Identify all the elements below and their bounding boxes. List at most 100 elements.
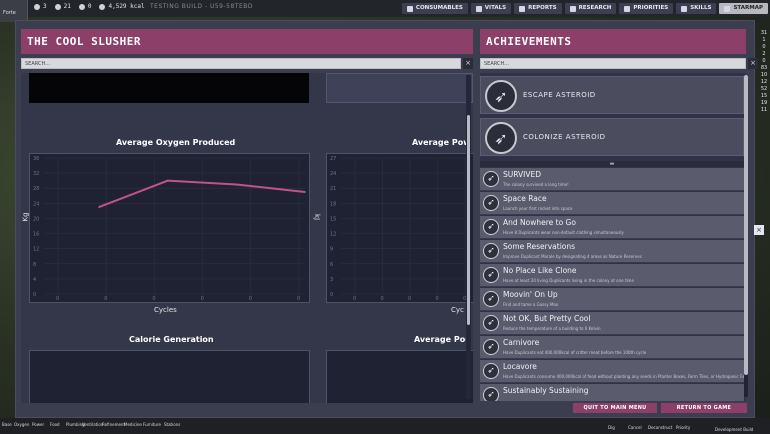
- achievement-item[interactable]: ➶ Carnivore Have Duplicants eat 400,000kca…: [480, 336, 744, 359]
- achievement-item[interactable]: ➶ SURVIVED The colony survived a long time…: [480, 168, 744, 191]
- x-tick-label: 0: [353, 296, 356, 302]
- management-buttons: CONSUMABLES VITALS REPORTS RESEARCH PRIO…: [401, 3, 768, 14]
- calorie-chart-title: Calorie Generation: [129, 335, 214, 344]
- colony-summary-overlay: THE COOL SLUSHER ACHIEVEMENTS SEARCH... …: [15, 20, 758, 418]
- power-chart-svg: 27242118151296300 0 0 0 0: [330, 156, 471, 302]
- achievement-item[interactable]: ➶ Locavore Have Duplicants consume 400,000…: [480, 360, 746, 383]
- previous-chart-bottom: [29, 73, 309, 103]
- resource-value: 19: [760, 100, 768, 106]
- rocket-icon: ➶: [483, 387, 499, 401]
- x-tick-label: 0: [297, 296, 300, 302]
- achievement-item[interactable]: ➶ Sustainably Sustaining: [480, 384, 744, 401]
- achievement-description: The colony survived a long time!: [503, 182, 569, 187]
- rocket-icon: ➶: [483, 219, 499, 235]
- achievement-divider: ▬: [480, 161, 744, 167]
- rocket-icon: ➶: [483, 243, 499, 259]
- reports-label: REPORTS: [528, 5, 557, 11]
- toolbar-tool[interactable]: Dig: [608, 425, 615, 430]
- y-tick-label: 18: [330, 201, 336, 207]
- achievement-title: Sustainably Sustaining: [503, 386, 589, 395]
- achievements-search-input[interactable]: SEARCH...: [480, 58, 746, 69]
- duplicant-count-value: 3: [43, 3, 47, 10]
- rocket-icon: ➶: [483, 195, 499, 211]
- y-tick-label: 12: [330, 232, 336, 238]
- toolbar-category[interactable]: Food: [50, 422, 60, 427]
- build-tag: TESTING BUILD - U59-58TEBD: [150, 3, 253, 10]
- y-tick-label: 0: [330, 292, 333, 298]
- toolbar-tool[interactable]: Cancel: [628, 425, 642, 430]
- side-controls: ×: [754, 225, 764, 237]
- achievement-item[interactable]: ➶ Moovin' On Up Find and tame a Gassy Moo: [480, 288, 744, 311]
- y-tick-label: 3: [330, 277, 333, 283]
- achievement-title: And Nowhere to Go: [503, 218, 576, 227]
- achievement-title: Locavore: [503, 362, 537, 371]
- colony-name: Forte: [3, 10, 16, 16]
- resource-value: 2: [762, 51, 766, 57]
- achievement-title: Moovin' On Up: [503, 290, 558, 299]
- y-tick-label: 15: [330, 216, 336, 222]
- colony-logo[interactable]: Forte: [0, 0, 28, 22]
- skills-button[interactable]: SKILLS: [676, 3, 717, 14]
- stats-scrollbar[interactable]: [466, 75, 471, 399]
- research-icon: [569, 5, 576, 12]
- toolbar-category[interactable]: Ventilation: [82, 422, 103, 427]
- vitals-button[interactable]: VITALS: [470, 3, 512, 14]
- toolbar-category[interactable]: Oxygen: [14, 422, 29, 427]
- return-to-game-button[interactable]: RETURN TO GAME: [661, 403, 747, 413]
- skills-icon: [681, 5, 688, 12]
- toolbar-category[interactable]: Stations: [164, 422, 180, 427]
- toolbar-category[interactable]: Medicine: [124, 422, 142, 427]
- y-tick-label: 20: [33, 216, 39, 222]
- x-tick-label: 0: [408, 296, 411, 302]
- data-point: [98, 206, 100, 208]
- consumables-button[interactable]: CONSUMABLES: [401, 3, 468, 14]
- power-chart-xlabel: Cyc: [451, 306, 464, 314]
- stats-scrollbar-thumb[interactable]: [467, 115, 470, 325]
- research-button[interactable]: RESEARCH: [564, 3, 617, 14]
- cycle-icon: [54, 3, 61, 10]
- x-tick-label: 0: [381, 296, 384, 302]
- achievement-item[interactable]: ➶ No Place Like Clone Have at least 20 liv…: [480, 264, 744, 287]
- starmap-label: STARMAP: [733, 5, 763, 11]
- toolbar-tool[interactable]: Priority: [676, 425, 690, 430]
- achievement-colonize-asteroid[interactable]: ➶ COLONIZE ASTEROID: [480, 118, 744, 156]
- rocket-icon: ➶: [483, 339, 499, 355]
- rocket-icon: ➶: [485, 122, 517, 154]
- achievements-scrollbar-thumb[interactable]: [744, 75, 748, 375]
- reports-button[interactable]: REPORTS: [514, 3, 562, 14]
- achievement-title: Carnivore: [503, 338, 540, 347]
- data-point: [166, 179, 169, 182]
- achievement-escape-asteroid[interactable]: ➶ ESCAPE ASTEROID: [480, 76, 744, 114]
- achievement-title: No Place Like Clone: [503, 266, 577, 275]
- x-tick-label: 0: [152, 296, 155, 302]
- power-used-chart-title: Average Pou: [414, 335, 471, 344]
- achievements-scrollbar[interactable]: [744, 75, 748, 397]
- toolbar-tool[interactable]: Deconstruct: [648, 425, 672, 430]
- quit-to-main-menu-button[interactable]: QUIT TO MAIN MENU: [573, 403, 657, 413]
- priorities-icon: [624, 5, 631, 12]
- achievement-item[interactable]: ➶ Not OK, But Pretty Cool Reduce the tempe…: [480, 312, 744, 335]
- y-tick-label: 24: [330, 171, 336, 177]
- y-tick-label: 32: [33, 171, 39, 177]
- achievements-search-clear-button[interactable]: ×: [748, 58, 758, 69]
- achievement-item[interactable]: ➶ And Nowhere to Go Have 8 Duplicants wear…: [480, 216, 744, 239]
- achievement-item[interactable]: ➶ Space Race Launch your first rocket into…: [480, 192, 744, 215]
- y-tick-label: 0: [33, 292, 36, 298]
- toolbar-category[interactable]: Refinement: [102, 422, 125, 427]
- priorities-button[interactable]: PRIORITIES: [619, 3, 674, 14]
- x-tick-label: 0: [249, 296, 252, 302]
- achievement-item[interactable]: ➶ Some Reservations Improve Duplicant Mora…: [480, 240, 744, 263]
- game-screen: Forte 3 21 0 4,529 kcal TESTING BUILD - …: [0, 0, 770, 434]
- consumables-icon: [406, 5, 413, 12]
- toolbar-category[interactable]: Power: [32, 422, 44, 427]
- starmap-button[interactable]: STARMAP: [719, 3, 768, 14]
- stats-search-input[interactable]: SEARCH...: [21, 58, 461, 69]
- y-tick-label: 12: [33, 247, 39, 253]
- achievement-description: Find and tame a Gassy Moo: [503, 302, 559, 307]
- stats-search-clear-button[interactable]: ×: [463, 58, 473, 69]
- toolbar-category[interactable]: Furniture: [143, 422, 161, 427]
- achievement-description: Have at least 20 living Duplicants livin…: [503, 278, 634, 283]
- data-point: [235, 183, 238, 186]
- toolbar-category[interactable]: Base: [2, 422, 12, 427]
- close-icon[interactable]: ×: [754, 225, 764, 235]
